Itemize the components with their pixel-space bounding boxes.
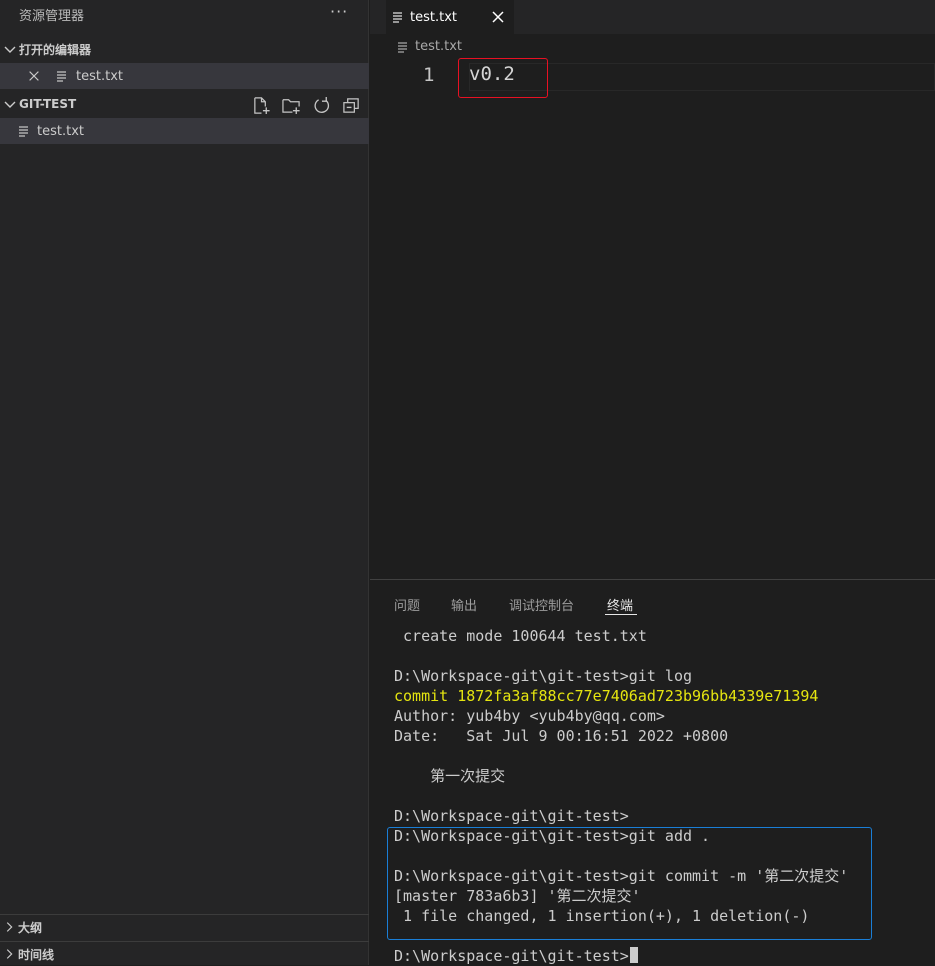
new-folder-icon[interactable] [282, 96, 301, 115]
workspace-actions [252, 96, 361, 115]
explorer-sidebar: 资源管理器 ··· 打开的编辑器 test.txt GIT-TEST test.… [0, 0, 369, 965]
file-icon [398, 41, 407, 53]
terminal-cursor [629, 947, 638, 963]
terminal-line: create mode 100644 test.txt [394, 627, 647, 645]
file-tree-item[interactable]: test.txt [0, 118, 369, 144]
tab-label: test.txt [410, 9, 457, 25]
tab-output[interactable]: 输出 [451, 595, 477, 614]
breadcrumb-filename: test.txt [415, 39, 462, 54]
file-icon [19, 126, 28, 137]
terminal-prompt-line: D:\Workspace-git\git-test> [394, 946, 848, 966]
new-file-icon[interactable] [252, 96, 271, 115]
open-editor-item[interactable]: test.txt [0, 63, 369, 89]
open-editor-filename: test.txt [76, 68, 123, 84]
close-icon[interactable] [490, 9, 506, 25]
chevron-right-icon [6, 949, 13, 959]
annotation-red-box [458, 58, 548, 98]
annotation-blue-box [387, 827, 872, 940]
more-actions-button[interactable]: ··· [330, 2, 348, 21]
tab-problems[interactable]: 问题 [394, 595, 420, 614]
terminal-line: Date: Sat Jul 9 00:16:51 2022 +0800 [394, 727, 729, 745]
file-icon [393, 12, 402, 23]
chevron-down-icon [4, 101, 16, 108]
workspace-label: GIT-TEST [19, 97, 77, 111]
refresh-icon[interactable] [312, 96, 331, 115]
breadcrumb[interactable]: test.txt [397, 39, 462, 54]
terminal-line: D:\Workspace-git\git-test> [394, 807, 629, 825]
open-editors-header[interactable]: 打开的编辑器 [0, 38, 369, 60]
chevron-down-icon [4, 46, 16, 53]
active-tab-indicator [605, 614, 637, 615]
terminal-line: Author: yub4by <yub4by@qq.com> [394, 707, 665, 725]
tab-debug-console[interactable]: 调试控制台 [509, 595, 574, 614]
editor-tab-test-txt[interactable]: test.txt [386, 0, 514, 34]
close-icon[interactable] [27, 69, 41, 83]
terminal-prompt: D:\Workspace-git\git-test> [394, 947, 629, 965]
outline-section[interactable]: 大纲 [0, 914, 369, 939]
terminal-line-commit: commit 1872fa3af88cc77e7406ad723b96bb433… [394, 687, 819, 705]
explorer-title: 资源管理器 [19, 9, 85, 24]
chevron-right-icon [6, 922, 13, 932]
open-editors-label: 打开的编辑器 [19, 42, 92, 57]
file-icon [57, 71, 66, 82]
file-tree-filename: test.txt [37, 123, 84, 139]
line-number: 1 [423, 64, 435, 86]
outline-label: 大纲 [18, 920, 43, 935]
timeline-label: 时间线 [18, 947, 55, 962]
tab-terminal[interactable]: 终端 [607, 595, 633, 614]
workspace-header[interactable]: GIT-TEST [0, 93, 369, 115]
editor-tab-bar: test.txt [370, 0, 935, 34]
terminal-line: 第一次提交 [394, 767, 506, 785]
timeline-section[interactable]: 时间线 [0, 941, 369, 966]
terminal-line: D:\Workspace-git\git-test>git log [394, 667, 693, 685]
collapse-all-icon[interactable] [342, 96, 361, 115]
